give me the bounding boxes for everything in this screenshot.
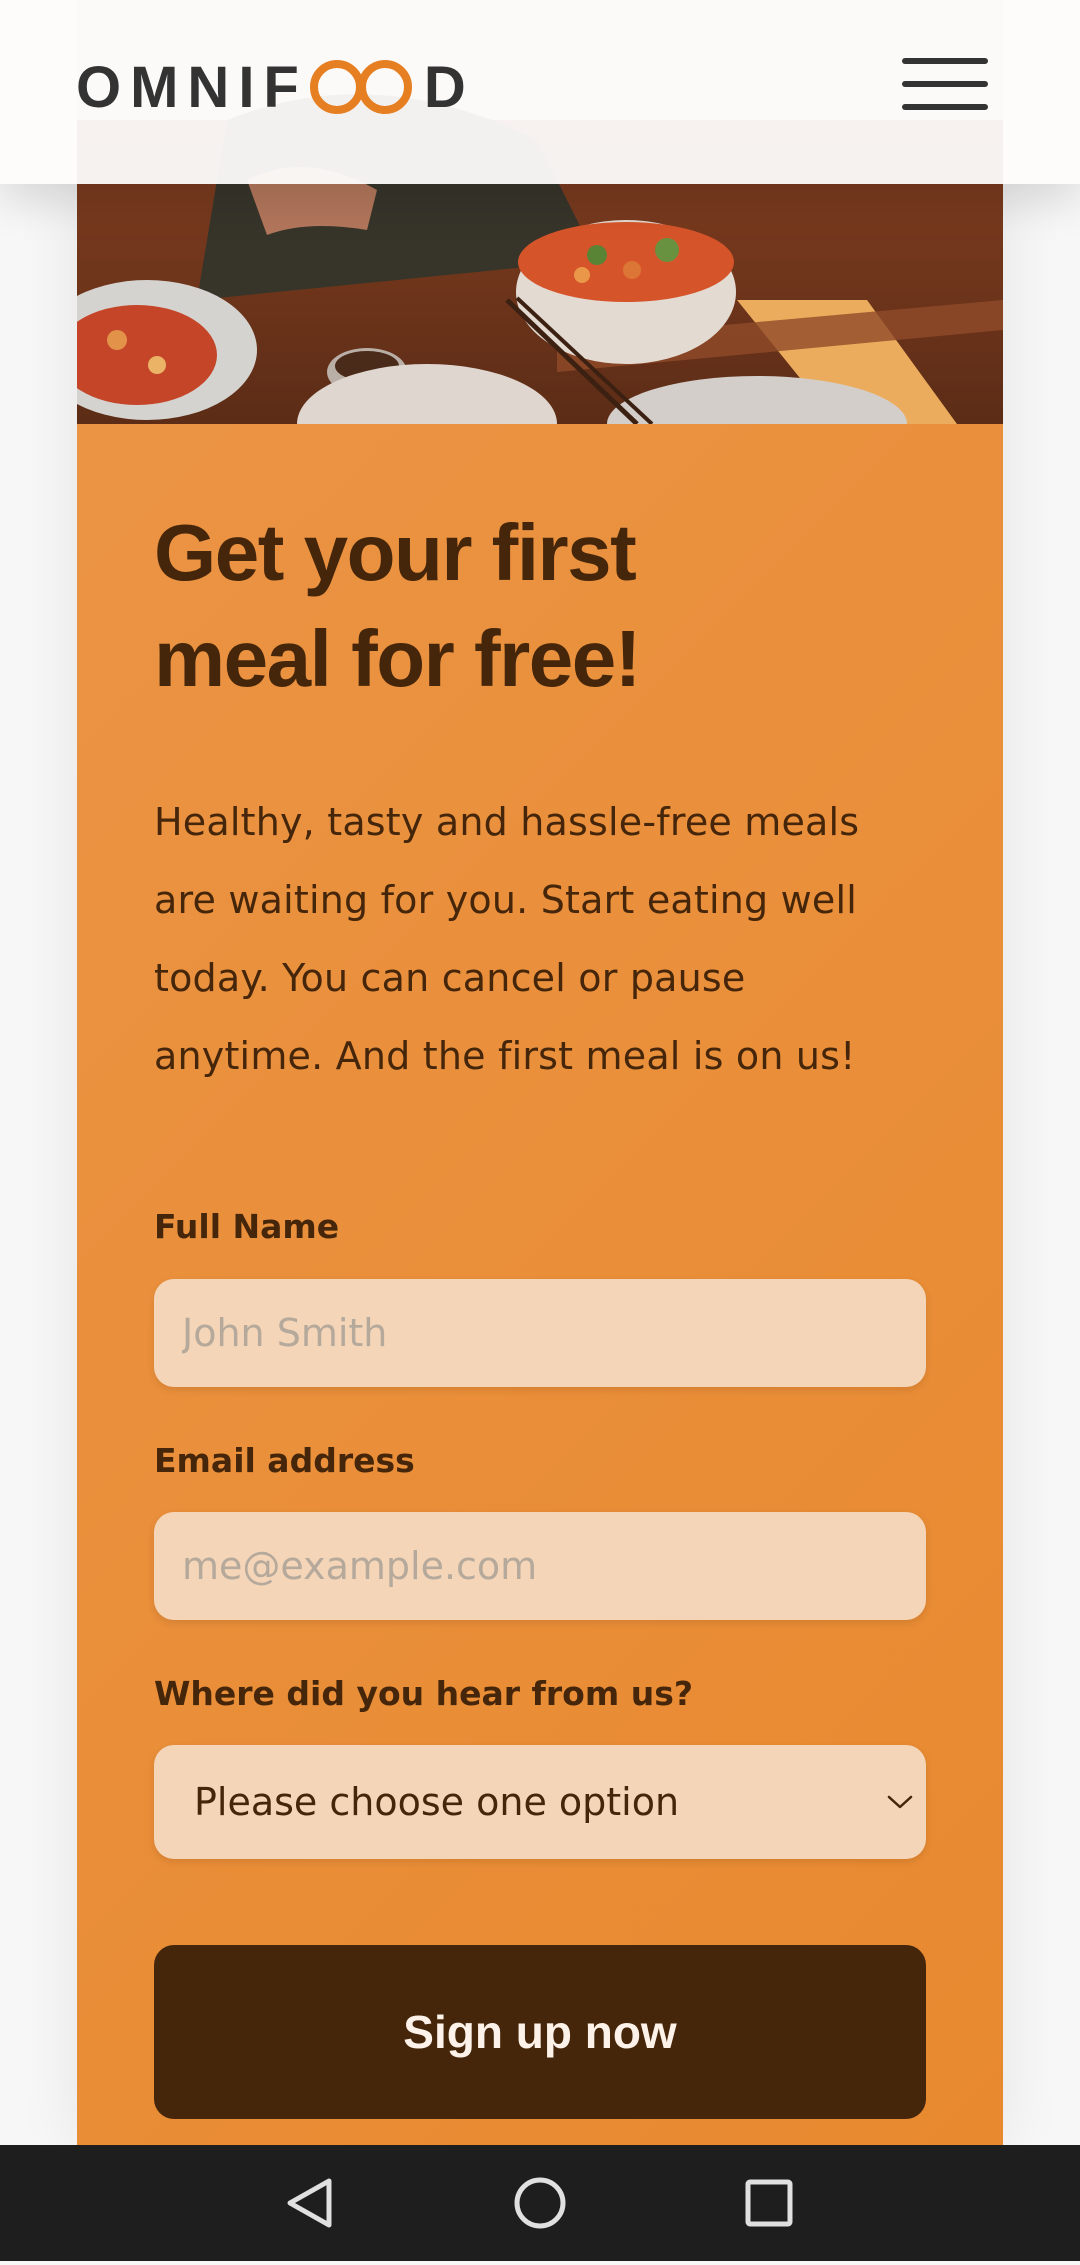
back-triangle-icon[interactable] <box>251 2145 367 2261</box>
omnifood-logo[interactable]: OMNIF D <box>76 55 475 120</box>
cta-description: Healthy, tasty and hassle-free meals are… <box>154 800 860 1078</box>
cta-heading: Get your first meal for free! <box>154 500 914 712</box>
infinity-logo-icon <box>309 60 412 114</box>
source-select[interactable]: Please choose one option <box>154 1745 926 1859</box>
hamburger-menu-icon[interactable] <box>900 56 990 112</box>
email-label: Email address <box>154 1441 415 1480</box>
system-navigation-bar <box>0 2145 1080 2261</box>
logo-text-right: D <box>423 54 475 120</box>
sign-up-button[interactable]: Sign up now <box>154 1945 926 2119</box>
source-select-value: Please choose one option <box>194 1780 680 1824</box>
logo-text-left: OMNIF <box>76 54 308 120</box>
email-input[interactable] <box>154 1512 926 1620</box>
chevron-down-icon <box>887 1795 913 1809</box>
cta-heading-line-1: Get your first <box>154 508 637 597</box>
recents-square-icon[interactable] <box>711 2145 827 2261</box>
home-circle-icon[interactable] <box>482 2145 598 2261</box>
source-label: Where did you hear from us? <box>154 1674 693 1713</box>
full-name-label: Full Name <box>154 1207 340 1246</box>
cta-heading-line-2: meal for free! <box>154 614 641 703</box>
page: Get your first meal for free! Healthy, t… <box>0 0 1080 2145</box>
site-header: OMNIF D <box>0 0 1080 184</box>
full-name-input[interactable] <box>154 1279 926 1387</box>
